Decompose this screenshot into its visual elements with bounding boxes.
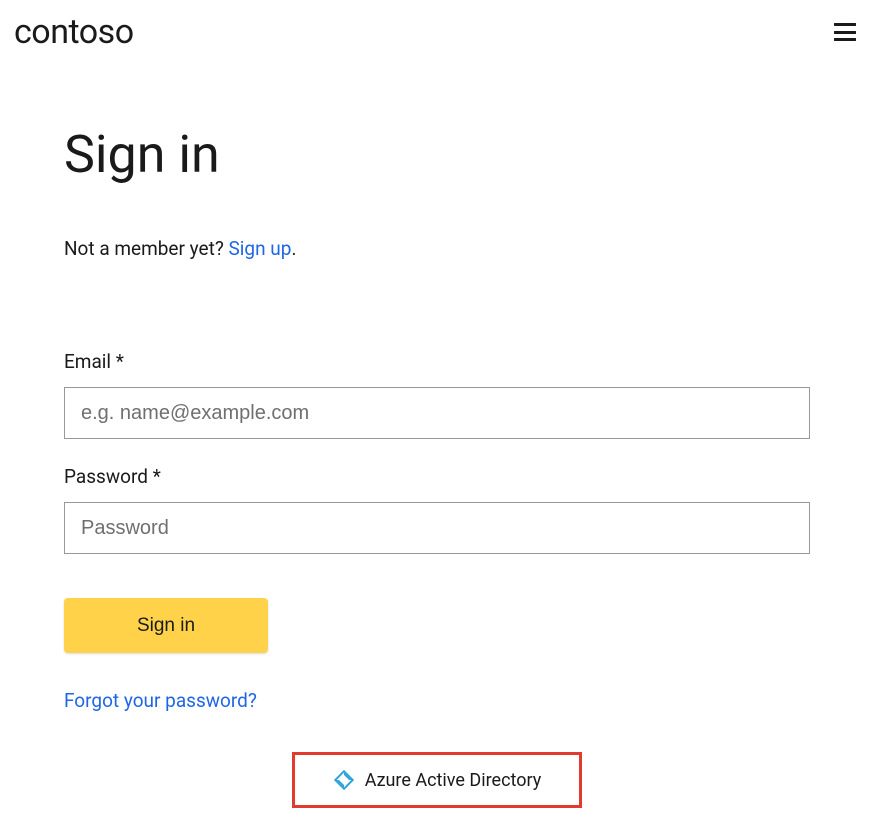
azure-ad-icon	[333, 769, 355, 791]
azure-ad-sso-button[interactable]: Azure Active Directory	[292, 752, 582, 808]
forgot-password-link[interactable]: Forgot your password?	[64, 689, 257, 712]
hamburger-menu-icon[interactable]	[834, 23, 856, 41]
signin-container: Sign in Not a member yet? Sign up. Email…	[0, 64, 874, 808]
signup-prompt: Not a member yet? Sign up.	[64, 237, 810, 260]
email-field-group: Email *	[64, 350, 810, 439]
logo-text: contoso	[14, 12, 134, 52]
page-title: Sign in	[64, 124, 810, 185]
email-input[interactable]	[64, 387, 810, 439]
header: contoso	[0, 0, 874, 64]
signup-link[interactable]: Sign up	[229, 237, 292, 260]
password-label: Password *	[64, 465, 810, 488]
email-label: Email *	[64, 350, 810, 373]
signup-prompt-suffix: .	[291, 237, 296, 260]
password-field-group: Password *	[64, 465, 810, 554]
signup-prompt-prefix: Not a member yet?	[64, 237, 229, 260]
signin-button[interactable]: Sign in	[64, 598, 268, 653]
password-input[interactable]	[64, 502, 810, 554]
azure-ad-label: Azure Active Directory	[365, 770, 542, 791]
